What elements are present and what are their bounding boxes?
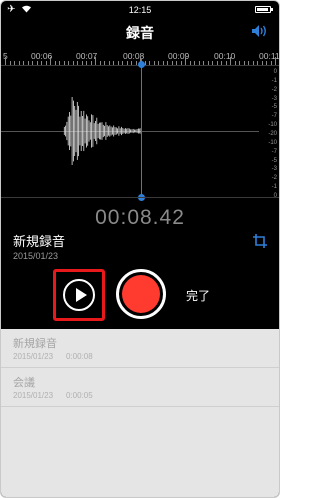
recording-name[interactable]: 新規録音 — [13, 231, 65, 250]
done-button[interactable]: 完了 — [186, 287, 210, 304]
timeline-tick — [280, 61, 281, 65]
timeline-tick — [185, 57, 186, 65]
timeline-tick — [5, 57, 6, 65]
db-scale: 0 -1 -2 -3 -5 -7 -10 -20 -10 -7 -5 -3 -2 -1 0 — [259, 65, 277, 199]
status-time: 12:15 — [128, 5, 152, 15]
list-item-date: 2015/01/23 — [13, 352, 54, 361]
db-label: -10 — [268, 122, 277, 129]
elapsed-time: 00:08.42 — [95, 206, 185, 229]
db-label: -7 — [271, 113, 277, 120]
timeline-tick — [230, 57, 231, 65]
list-item-duration: 0:00:08 — [66, 352, 93, 361]
list-item[interactable]: 会議 2015/01/23 0:00:05 — [1, 368, 279, 407]
play-button[interactable] — [53, 269, 105, 321]
db-label: 0 — [273, 193, 277, 199]
db-label: -2 — [271, 175, 277, 182]
db-label: -5 — [271, 157, 277, 164]
timeline-label: 00:10 — [214, 51, 236, 61]
crop-icon[interactable] — [253, 234, 267, 253]
nav-title: 録音 — [126, 25, 154, 41]
timeline-tick — [50, 57, 51, 65]
divider — [1, 197, 279, 198]
status-bar: ✈ 12:15 — [1, 1, 279, 19]
record-icon — [122, 275, 160, 313]
list-item-duration: 0:00:05 — [66, 391, 93, 400]
play-icon — [63, 279, 95, 311]
db-label: -20 — [268, 131, 277, 137]
nav-bar: 録音 — [1, 19, 279, 45]
db-label: -5 — [271, 104, 277, 111]
list-item-title: 新規録音 — [13, 338, 57, 350]
db-label: -3 — [271, 95, 277, 102]
db-label: -2 — [271, 86, 277, 93]
battery-icon — [255, 6, 273, 13]
timeline-tick — [95, 57, 96, 65]
recordings-list: 新規録音 2015/01/23 0:00:08 会議 2015/01/23 0:… — [1, 329, 279, 497]
timeline-label: 00:09 — [168, 51, 190, 61]
record-button[interactable] — [116, 269, 166, 319]
waveform — [63, 97, 142, 165]
db-label: -3 — [271, 166, 277, 173]
db-label: 0 — [273, 69, 277, 75]
waveform-area[interactable]: 0 -1 -2 -3 -5 -7 -10 -20 -10 -7 -5 -3 -2 -1 0 — [1, 65, 279, 199]
playback-controls: 完了 — [1, 267, 279, 321]
playhead[interactable] — [141, 59, 142, 197]
speaker-icon[interactable] — [251, 24, 269, 43]
playhead-handle-top[interactable] — [138, 61, 145, 68]
recording-date: 2015/01/23 — [13, 251, 59, 261]
db-label: -1 — [271, 184, 277, 191]
db-label: -7 — [271, 148, 277, 155]
timeline-tick — [275, 57, 276, 65]
db-label: -1 — [271, 77, 277, 84]
list-item-date: 2015/01/23 — [13, 391, 54, 400]
voice-memos-screen: ✈ 12:15 録音 5 00:06 00:07 00:08 00:09 00:… — [0, 0, 280, 498]
list-item-title: 会議 — [13, 377, 35, 389]
timeline-label: 00:11 — [259, 51, 280, 61]
list-item[interactable]: 新規録音 2015/01/23 0:00:08 — [1, 329, 279, 368]
db-label: -10 — [268, 139, 277, 146]
